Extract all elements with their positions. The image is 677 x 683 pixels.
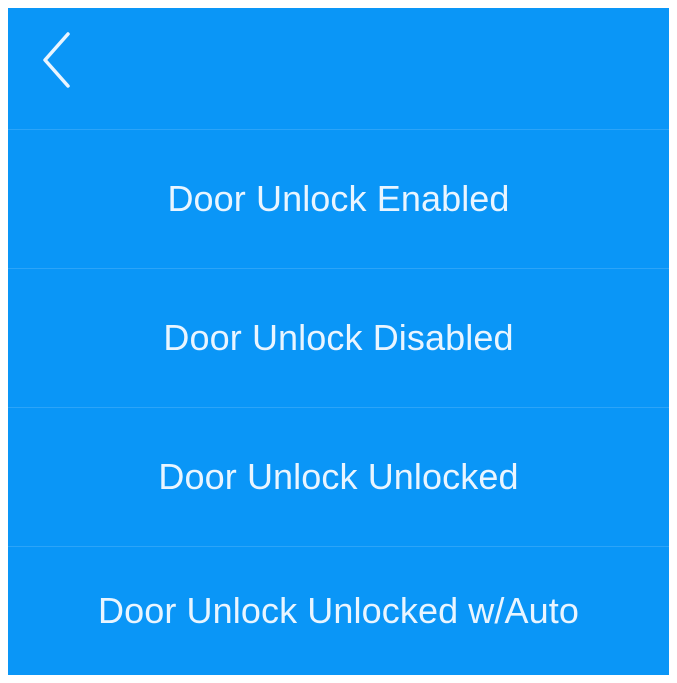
menu-item-label: Door Unlock Disabled [163, 317, 514, 358]
menu-item-label: Door Unlock Unlocked w/Auto [98, 590, 579, 631]
chevron-left-icon [43, 32, 70, 88]
back-button[interactable] [30, 24, 82, 96]
menu-item-door-unlock-unlocked[interactable]: Door Unlock Unlocked [8, 408, 669, 547]
menu-item-door-unlock-enabled[interactable]: Door Unlock Enabled [8, 130, 669, 269]
menu-item-label: Door Unlock Enabled [167, 178, 510, 219]
door-unlock-menu: Door Unlock Enabled Door Unlock Disabled… [8, 130, 669, 675]
menu-item-door-unlock-unlocked-auto[interactable]: Door Unlock Unlocked w/Auto [8, 547, 669, 675]
menu-item-door-unlock-disabled[interactable]: Door Unlock Disabled [8, 269, 669, 408]
header-bar [8, 8, 669, 130]
menu-item-label: Door Unlock Unlocked [158, 456, 519, 497]
door-unlock-screen: Door Unlock Enabled Door Unlock Disabled… [8, 8, 669, 675]
